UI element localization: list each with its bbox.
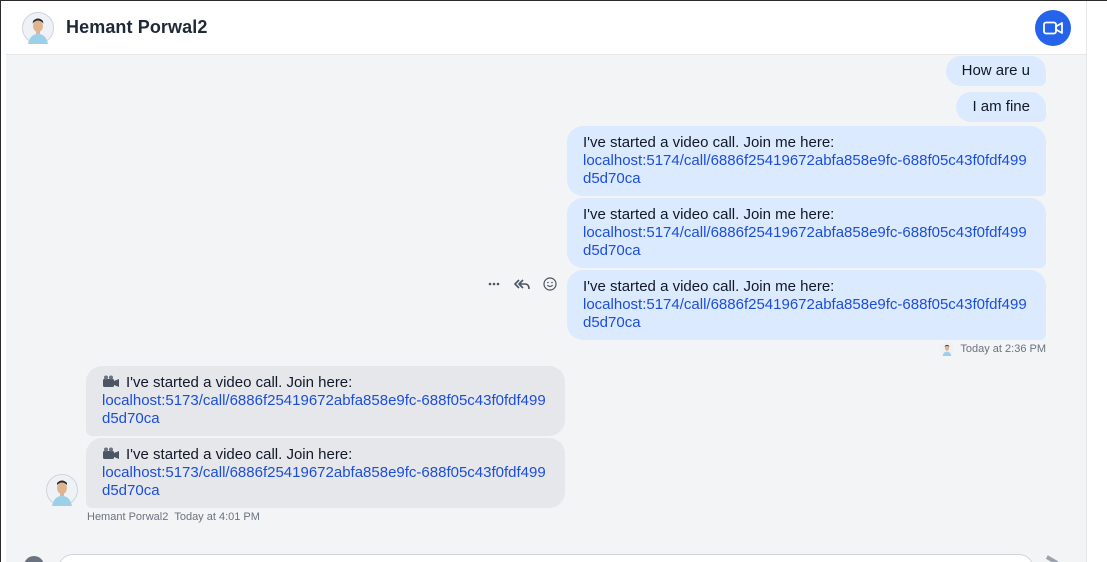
message-text: I've started a video call. Join here: — [126, 446, 353, 463]
outgoing-message[interactable]: I am fine — [956, 92, 1046, 122]
video-camera-emoji-icon — [103, 447, 119, 459]
call-link[interactable]: localhost:5173/call/6886f25419672abfa858… — [102, 464, 549, 500]
outgoing-message[interactable]: I've started a video call. Join me here:… — [567, 270, 1046, 340]
timestamp-text: Today at 4:01 PM — [174, 511, 260, 523]
call-link[interactable]: localhost:5174/call/6886f25419672abfa858… — [583, 224, 1030, 260]
message-text: I am fine — [972, 98, 1030, 115]
message-text: How are u — [961, 62, 1030, 79]
smiley-icon — [543, 277, 557, 291]
reply-button[interactable] — [514, 276, 530, 292]
video-call-button[interactable] — [1035, 10, 1071, 46]
message-actions — [486, 275, 558, 293]
message-text: I've started a video call. Join me here: — [583, 206, 835, 223]
more-button[interactable] — [486, 276, 502, 292]
call-link[interactable]: localhost:5174/call/6886f25419672abfa858… — [583, 296, 1030, 332]
message-text: I've started a video call. Join here: — [126, 374, 353, 391]
call-link[interactable]: localhost:5173/call/6886f25419672abfa858… — [102, 392, 549, 428]
incoming-timestamp: Hemant Porwal2 Today at 4:01 PM — [87, 511, 260, 523]
video-camera-icon — [1043, 21, 1063, 35]
attach-icon[interactable] — [24, 556, 44, 562]
scrollbar-track[interactable] — [1086, 1, 1107, 562]
sender-name: Hemant Porwal2 — [87, 511, 169, 523]
message-text: I've started a video call. Join me here: — [583, 134, 835, 151]
timestamp-text: Today at 2:36 PM — [960, 343, 1046, 355]
chat-header: Hemant Porwal2 — [6, 1, 1086, 55]
composer-bar — [6, 548, 1086, 562]
more-horizontal-icon — [488, 282, 500, 286]
user-avatar-icon[interactable] — [22, 12, 54, 44]
send-icon[interactable] — [1045, 555, 1059, 562]
call-link[interactable]: localhost:5174/call/6886f25419672abfa858… — [583, 152, 1030, 188]
outgoing-message[interactable]: I've started a video call. Join me here:… — [567, 126, 1046, 196]
video-camera-emoji-icon — [103, 375, 119, 387]
incoming-message[interactable]: I've started a video call. Join here: lo… — [86, 366, 565, 436]
message-list[interactable]: How are u I am fine I've started a video… — [6, 55, 1086, 562]
outgoing-message[interactable]: How are u — [945, 56, 1046, 86]
reply-all-icon — [514, 279, 530, 290]
message-input[interactable] — [58, 554, 1034, 562]
contact-avatar-icon[interactable] — [46, 474, 78, 506]
incoming-message[interactable]: I've started a video call. Join here: lo… — [86, 438, 565, 508]
contact-name: Hemant Porwal2 — [66, 17, 208, 37]
outgoing-timestamp: Today at 2:36 PM — [940, 342, 1046, 356]
outgoing-message[interactable]: I've started a video call. Join me here:… — [567, 198, 1046, 268]
react-button[interactable] — [542, 276, 558, 292]
message-text: I've started a video call. Join me here: — [583, 278, 835, 295]
user-avatar-icon — [940, 342, 955, 356]
